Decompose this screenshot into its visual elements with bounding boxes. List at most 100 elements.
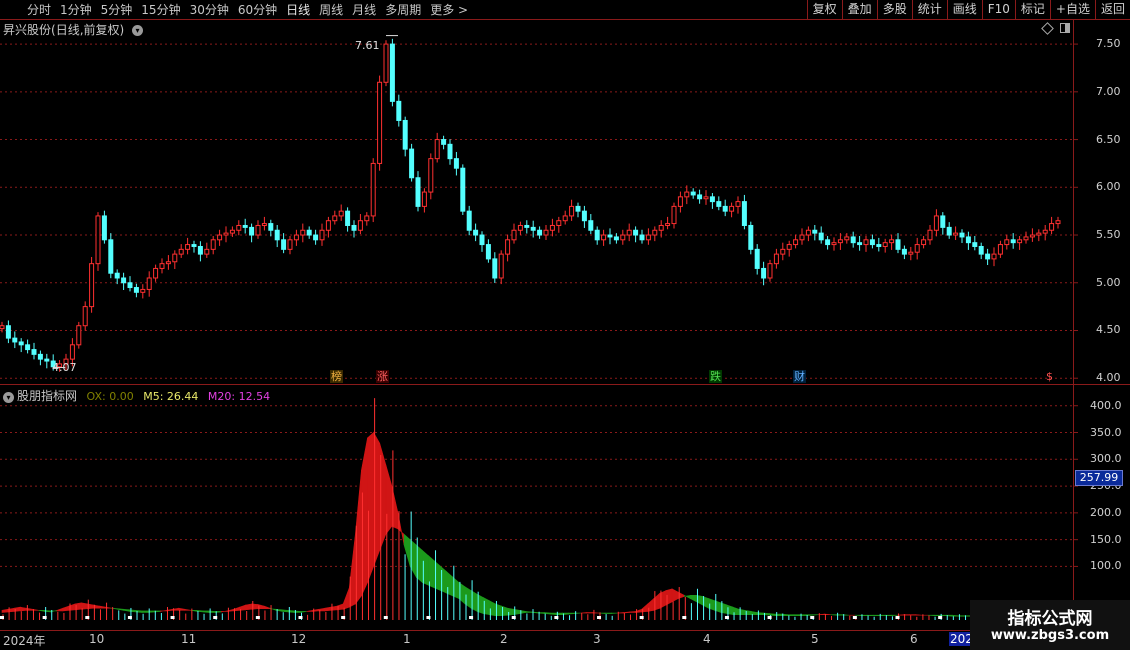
diamond-icon[interactable]: [1041, 22, 1054, 35]
indicator-band-segment: [324, 606, 332, 612]
tab-15min[interactable]: 15分钟: [141, 2, 180, 18]
candlestick: [677, 191, 683, 213]
add-watchlist-button[interactable]: +自选: [1049, 0, 1095, 20]
indicator-band-segment: [885, 614, 892, 617]
multi-stock-button[interactable]: 多股: [876, 0, 912, 20]
mark-button[interactable]: 标记: [1014, 0, 1050, 20]
indicator-chevron-icon[interactable]: ▾: [3, 391, 14, 403]
candlestick: [786, 240, 792, 257]
candlestick: [850, 231, 856, 248]
statistics-button[interactable]: 统计: [911, 0, 947, 20]
indicator-band-segment: [690, 595, 697, 603]
candlestick: [825, 235, 831, 250]
draw-line-button[interactable]: 画线: [946, 0, 982, 20]
indicator-band-segment: [537, 612, 545, 614]
tab-60min[interactable]: 60分钟: [238, 2, 277, 18]
tab-daily[interactable]: 日线: [286, 2, 310, 18]
candlestick: [741, 194, 747, 230]
indicator-band-segment: [562, 612, 569, 615]
indicator-band-segment: [915, 614, 922, 616]
tab-1min[interactable]: 1分钟: [60, 2, 92, 18]
indicator-band-segment: [13, 606, 21, 612]
indicator-marker: [213, 616, 218, 619]
indicator-tick-label: 100.0: [1090, 559, 1122, 573]
indicator-marker: [639, 616, 644, 619]
panel-separator: [0, 384, 1130, 385]
candlestick: [607, 228, 613, 245]
event-badge-dividend[interactable]: $: [1045, 370, 1054, 383]
candlestick: [12, 331, 18, 349]
tab-monthly[interactable]: 月线: [352, 2, 376, 18]
overlay-button[interactable]: 叠加: [841, 0, 877, 20]
time-label-6: 6: [910, 632, 918, 646]
indicator-marker: [597, 616, 602, 619]
candlestick: [466, 205, 472, 236]
candlestick: [882, 238, 888, 253]
tab-multi-period[interactable]: 多周期: [385, 2, 421, 18]
indicator-band-segment: [50, 609, 58, 613]
tab-5min[interactable]: 5分钟: [101, 2, 133, 18]
indicator-band-segment: [68, 603, 76, 611]
indicator-marker: [85, 616, 90, 619]
indicator-band-segment: [214, 611, 222, 613]
indicator-band-segment: [945, 614, 953, 617]
indicator-band-segment: [836, 614, 843, 616]
candlestick: [0, 321, 5, 333]
event-badge-limit-up[interactable]: 涨: [376, 370, 389, 383]
candlestick: [434, 132, 440, 163]
candlestick: [978, 242, 984, 260]
indicator-band-segment: [32, 608, 39, 611]
indicator-band-segment: [464, 586, 472, 609]
indicator-band-segment: [147, 610, 155, 613]
indicator-band-segment: [933, 614, 941, 617]
candlestick: [594, 226, 600, 245]
indicator-marker: [0, 616, 4, 619]
panel-toggle-icon[interactable]: [1060, 23, 1070, 33]
indicator-band-segment: [586, 612, 594, 614]
candlestick: [953, 226, 959, 240]
candlestick: [569, 199, 575, 221]
indicator-band-segment: [842, 614, 849, 616]
indicator-marker: [170, 616, 175, 619]
low-price-label: 4.07: [52, 361, 77, 374]
candlestick: [95, 212, 101, 271]
candlestick: [133, 283, 139, 298]
chevron-down-icon[interactable]: ▾: [132, 25, 144, 36]
event-badge-list[interactable]: 榜: [330, 370, 343, 383]
candlestick: [697, 189, 703, 204]
indicator-band-segment: [7, 607, 15, 613]
candlestick: [210, 235, 216, 255]
candlestick: [1042, 225, 1048, 241]
candlestick: [716, 196, 722, 211]
indicator-band-segment: [141, 610, 149, 613]
indicator-band-segment: [160, 609, 167, 612]
event-badge-finance[interactable]: 财: [793, 370, 806, 383]
candlestick: [921, 235, 927, 249]
tab-timeshare[interactable]: 分时: [27, 2, 51, 18]
tab-weekly[interactable]: 周线: [319, 2, 343, 18]
candlestick: [447, 139, 453, 165]
indicator-band-segment: [452, 576, 460, 600]
candlestick: [857, 235, 863, 251]
indicator-tick-label: 350.0: [1090, 425, 1122, 439]
candlestick: [5, 320, 11, 344]
restore-rights-button[interactable]: 复权: [806, 0, 842, 20]
candlestick: [153, 264, 159, 282]
candlestick: [652, 226, 658, 242]
event-list-label: 榜: [331, 370, 342, 383]
back-button[interactable]: 返回: [1094, 0, 1130, 20]
event-badge-limit-down[interactable]: 跌: [709, 370, 722, 383]
candlestick: [633, 226, 639, 243]
indicator-band-segment: [549, 612, 557, 615]
candlestick: [159, 258, 165, 274]
tab-more[interactable]: 更多 >: [430, 2, 468, 18]
indicator-marker: [554, 616, 559, 619]
indicator-band-segment: [824, 613, 831, 615]
candlestick: [165, 255, 171, 270]
indicator-name[interactable]: 股朋指标网: [17, 389, 77, 403]
candlestick: [991, 247, 997, 267]
f10-button[interactable]: F10: [981, 0, 1015, 20]
indicator-band-segment: [434, 560, 441, 591]
tab-30min[interactable]: 30分钟: [190, 2, 229, 18]
high-price-label: 7.61: [355, 39, 380, 52]
